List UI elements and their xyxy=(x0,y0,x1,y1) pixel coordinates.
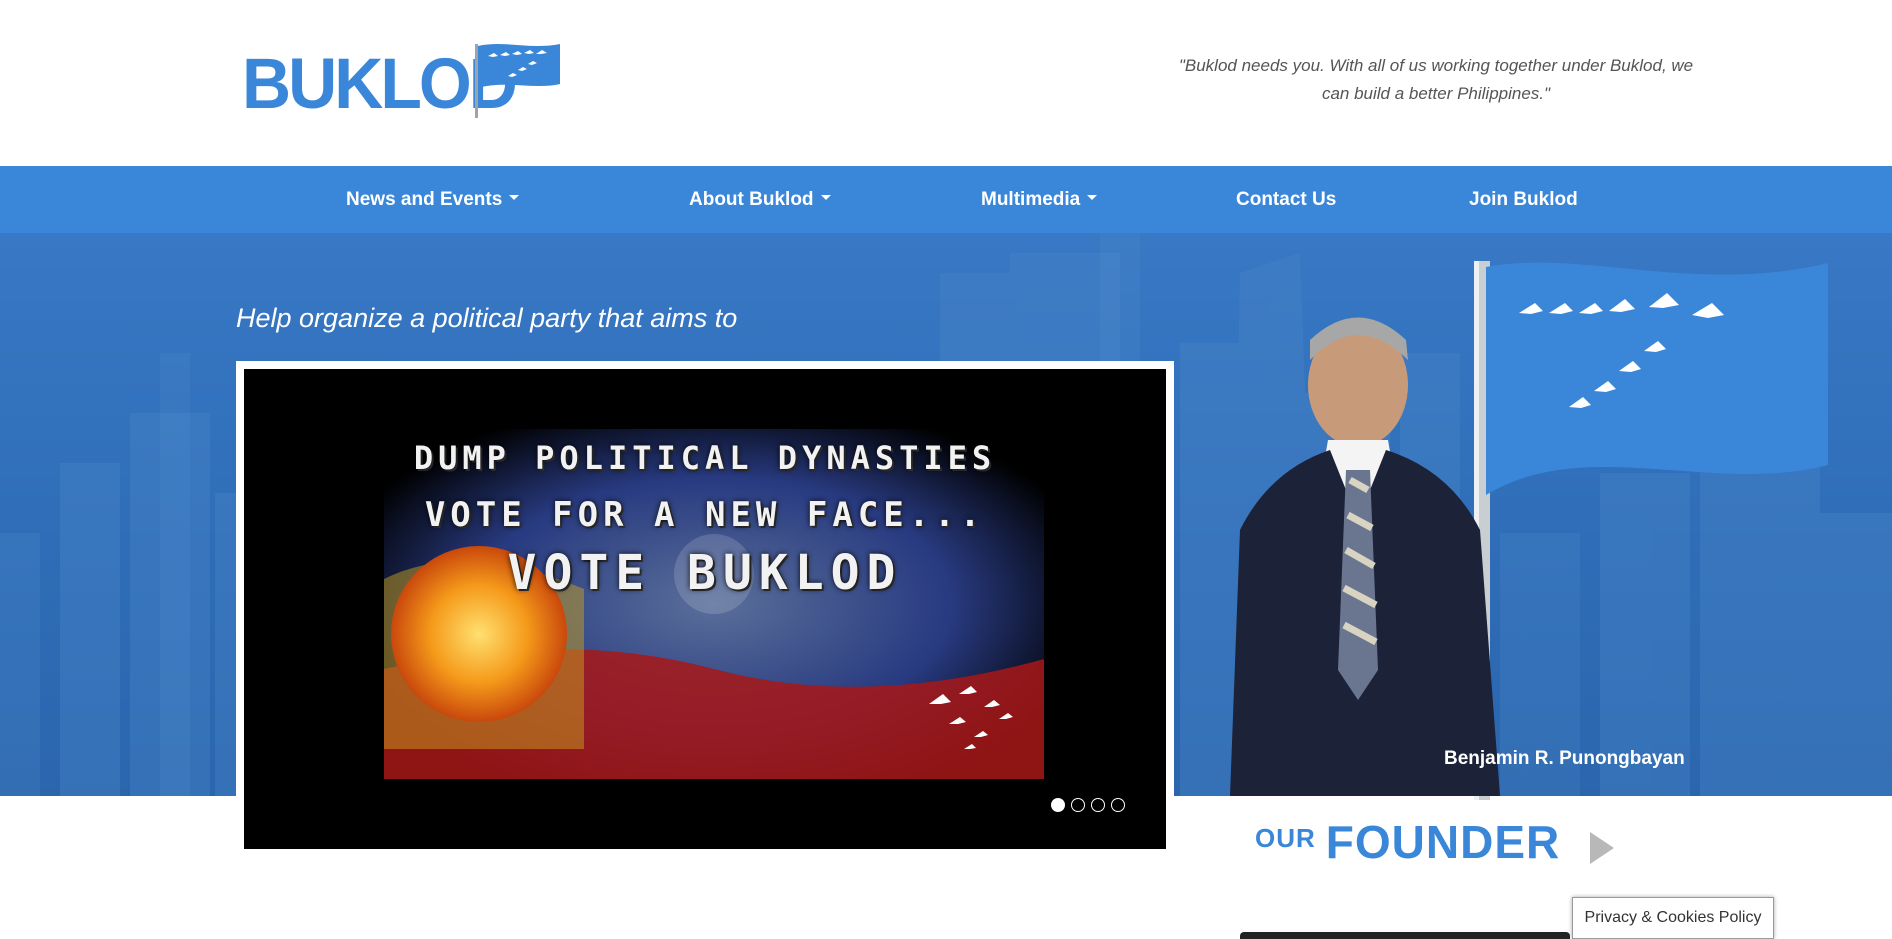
buklod-logo[interactable]: BUKLOD xyxy=(242,40,562,120)
nav-label: Multimedia xyxy=(981,189,1081,210)
buklod-flag-image xyxy=(1474,261,1828,800)
play-arrow-icon[interactable] xyxy=(1590,831,1615,864)
header-quote: "Buklod needs you. With all of us workin… xyxy=(1178,56,1694,103)
nav-label: Contact Us xyxy=(1236,189,1337,210)
founder-photo xyxy=(1230,317,1500,796)
flag-icon xyxy=(475,44,560,118)
slide-line-1: DUMP POLITICAL DYNASTIES xyxy=(413,439,997,477)
video-thumbnail[interactable] xyxy=(1240,932,1570,939)
nav-join-buklod[interactable]: Join Buklod xyxy=(1469,166,1578,233)
slider-pagination xyxy=(1051,798,1131,814)
nav-label: About Buklod xyxy=(689,189,814,210)
slide-line-3: VOTE BUKLOD xyxy=(507,545,903,601)
founder-label: FOUNDER xyxy=(1325,816,1561,868)
main-nav: News and Events About Buklod Multimedia … xyxy=(0,166,1892,233)
founder-name: Benjamin R. Punongbayan xyxy=(1444,748,1685,769)
hero-tagline: Help organize a political party that aim… xyxy=(236,303,738,333)
slider-dot-4[interactable] xyxy=(1111,798,1125,812)
caret-down-icon xyxy=(1087,195,1098,201)
nav-label: News and Events xyxy=(346,189,503,210)
caret-down-icon xyxy=(820,195,831,201)
slide-line-2: VOTE FOR A NEW FACE... xyxy=(424,495,986,535)
nav-multimedia[interactable]: Multimedia xyxy=(981,166,1098,233)
slider-dot-1[interactable] xyxy=(1051,798,1065,812)
our-label: OUR xyxy=(1255,823,1316,853)
nav-news-and-events[interactable]: News and Events xyxy=(346,166,520,233)
nav-label: Join Buklod xyxy=(1469,189,1578,210)
privacy-cookies-button[interactable]: Privacy & Cookies Policy xyxy=(1572,897,1774,939)
nav-contact-us[interactable]: Contact Us xyxy=(1236,166,1336,233)
site-header: BUKLOD "Buklod needs you. With all of us… xyxy=(0,0,1892,166)
nav-about-buklod[interactable]: About Buklod xyxy=(689,166,831,233)
caret-down-icon xyxy=(509,195,520,201)
image-slider[interactable]: DUMP POLITICAL DYNASTIES VOTE FOR A NEW … xyxy=(244,369,1166,849)
our-founder-heading[interactable]: OUR FOUNDER xyxy=(1255,815,1615,875)
slider-dot-2[interactable] xyxy=(1071,798,1085,812)
slider-dot-3[interactable] xyxy=(1091,798,1105,812)
